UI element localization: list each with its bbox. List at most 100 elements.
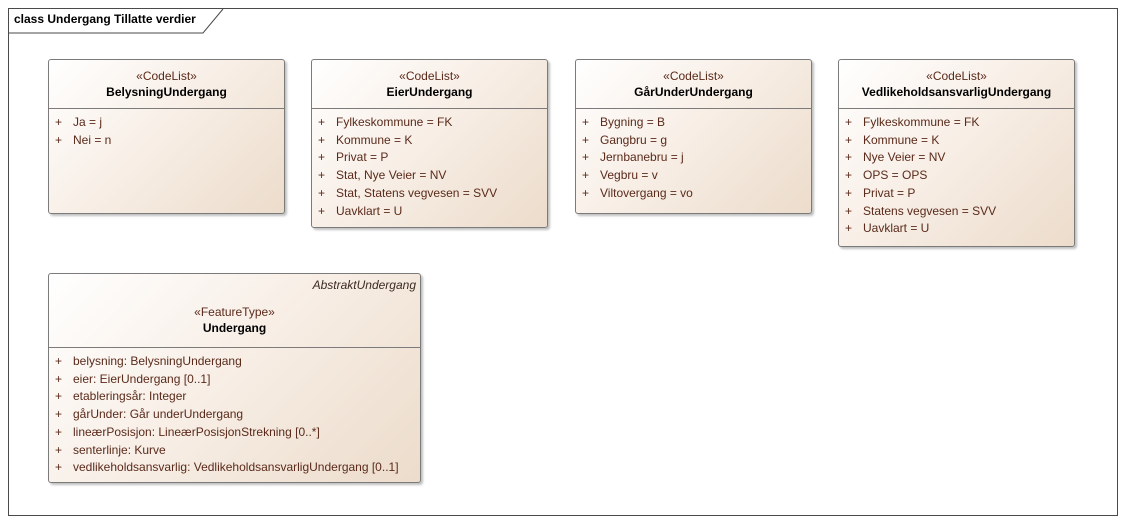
class-gar-under-undergang[interactable]: «CodeList» GårUnderUndergang + Bygning = … [575,59,812,214]
attribute-text: Fylkeskommune = FK [336,115,453,129]
attribute-list: + Fylkeskommune = FK + Kommune = K + Privat… [312,109,547,220]
visibility-marker: + [845,185,853,200]
visibility-marker: + [845,221,853,236]
visibility-marker: + [55,442,63,457]
frame-title: class Undergang Tillatte verdier [14,12,196,26]
attribute-row: + eier: EierUndergang [0..1] [49,371,420,389]
class-eier-undergang[interactable]: «CodeList» EierUndergang + Fylkeskommune … [311,59,548,228]
attribute-text: Statens vegvesen = SVV [863,203,997,218]
visibility-marker: + [55,132,63,147]
visibility-marker: + [318,168,326,183]
visibility-marker: + [845,168,853,183]
class-name: EierUndergang [386,85,473,99]
attribute-text: senterlinje: Kurve [73,442,166,457]
attribute-row: + Kommune = K [312,132,547,150]
attribute-row: + belysning: BelysningUndergang [49,353,420,371]
attribute-row: + Uavklart = U [312,203,547,221]
attribute-text: Bygning = B [600,115,666,129]
visibility-marker: + [55,115,63,129]
stereotype-label: «FeatureType» [194,305,275,319]
attribute-text: Vegbru = v [600,168,658,183]
visibility-marker: + [318,185,326,200]
attribute-row: + Uavklart = U [839,220,1074,238]
attribute-text: OPS = OPS [863,168,928,183]
attribute-list: + Bygning = B + Gangbru = g + Jernbanebru =… [576,109,811,203]
attribute-row: + vedlikeholdsansvarlig: Vedlikeholdsansv… [49,459,420,477]
attribute-row: + senterlinje: Kurve [49,442,420,460]
attribute-row: + Ja = j [49,114,284,132]
visibility-marker: + [582,168,590,183]
attribute-text: Gangbru = g [600,132,668,147]
attribute-row: + Vegbru = v [576,167,811,185]
attribute-text: belysning: BelysningUndergang [73,354,242,368]
stereotype-label: «CodeList» [399,69,460,83]
attribute-row: + Gangbru = g [576,132,811,150]
attribute-row: + OPS = OPS [839,167,1074,185]
attribute-text: Stat, Statens vegvesen = SVV [336,185,498,200]
visibility-marker: + [55,371,63,386]
visibility-marker: + [318,150,326,165]
attribute-text: Uavklart = U [336,203,403,218]
attribute-text: etableringsår: Integer [73,389,187,404]
visibility-marker: + [55,354,63,368]
visibility-marker: + [845,132,853,147]
stereotype-label: «CodeList» [926,69,987,83]
attribute-text: Ja = j [73,115,103,129]
attribute-row: + lineærPosisjon: LineærPosisjonStrekning… [49,424,420,442]
attribute-row: + Kommune = K [839,132,1074,150]
attribute-row: + etableringsår: Integer [49,388,420,406]
attribute-row: + Privat = P [839,185,1074,203]
class-name: BelysningUndergang [106,85,227,99]
visibility-marker: + [55,407,63,422]
attribute-row: + Statens vegvesen = SVV [839,203,1074,221]
attribute-list: + Ja = j + Nei = n [49,109,284,149]
attribute-list: + Fylkeskommune = FK + Kommune = K + Nye Ve… [839,109,1074,238]
attribute-text: Fylkeskommune = FK [863,115,980,129]
attribute-text: Privat = P [336,150,389,165]
attribute-row: + Fylkeskommune = FK [839,114,1074,132]
visibility-marker: + [318,132,326,147]
attribute-text: Kommune = K [863,132,940,147]
superclass-label: AbstraktUndergang [312,278,416,292]
attribute-text: Nei = n [73,132,112,147]
class-undergang[interactable]: AbstraktUndergang «FeatureType» Undergan… [48,273,421,483]
visibility-marker: + [582,115,590,129]
class-name: GårUnderUndergang [634,85,753,99]
attribute-text: eier: EierUndergang [0..1] [73,371,211,386]
attribute-row: + Nye Veier = NV [839,149,1074,167]
attribute-row: + Fylkeskommune = FK [312,114,547,132]
visibility-marker: + [582,132,590,147]
class-belysning-undergang[interactable]: «CodeList» BelysningUndergang + Ja = j + N… [48,59,285,214]
attribute-row: + Bygning = B [576,114,811,132]
visibility-marker: + [318,115,326,129]
class-name: VedlikeholdsansvarligUndergang [861,85,1052,99]
visibility-marker: + [55,424,63,439]
visibility-marker: + [845,203,853,218]
attribute-text: Viltovergang = vo [600,185,693,200]
attribute-list: + belysning: BelysningUndergang + eier: Ei… [49,348,420,477]
class-vedlikeholdsansvarlig-undergang[interactable]: «CodeList» VedlikeholdsansvarligUndergan… [838,59,1075,247]
attribute-text: lineærPosisjon: LineærPosisjonStrekning … [73,424,320,439]
attribute-text: Uavklart = U [863,221,930,236]
attribute-row: + Viltovergang = vo [576,185,811,203]
attribute-text: Nye Veier = NV [863,150,946,165]
attribute-row: + Nei = n [49,132,284,150]
attribute-row: + Jernbanebru = j [576,149,811,167]
attribute-row: + Stat, Statens vegvesen = SVV [312,185,547,203]
class-name: Undergang [202,321,267,335]
visibility-marker: + [55,460,63,475]
attribute-text: Kommune = K [336,132,413,147]
visibility-marker: + [845,115,853,129]
visibility-marker: + [582,185,590,200]
visibility-marker: + [582,150,590,165]
attribute-text: vedlikeholdsansvarlig: Vedlikeholdsansva… [73,460,399,475]
attribute-text: Stat, Nye Veier = NV [336,168,447,183]
attribute-text: Jernbanebru = j [600,150,684,165]
attribute-row: + Stat, Nye Veier = NV [312,167,547,185]
attribute-text: gårUnder: Går underUndergang [73,407,244,422]
attribute-row: + gårUnder: Går underUndergang [49,406,420,424]
stereotype-label: «CodeList» [663,69,724,83]
visibility-marker: + [845,150,853,165]
attribute-text: Privat = P [863,185,916,200]
attribute-row: + Privat = P [312,149,547,167]
